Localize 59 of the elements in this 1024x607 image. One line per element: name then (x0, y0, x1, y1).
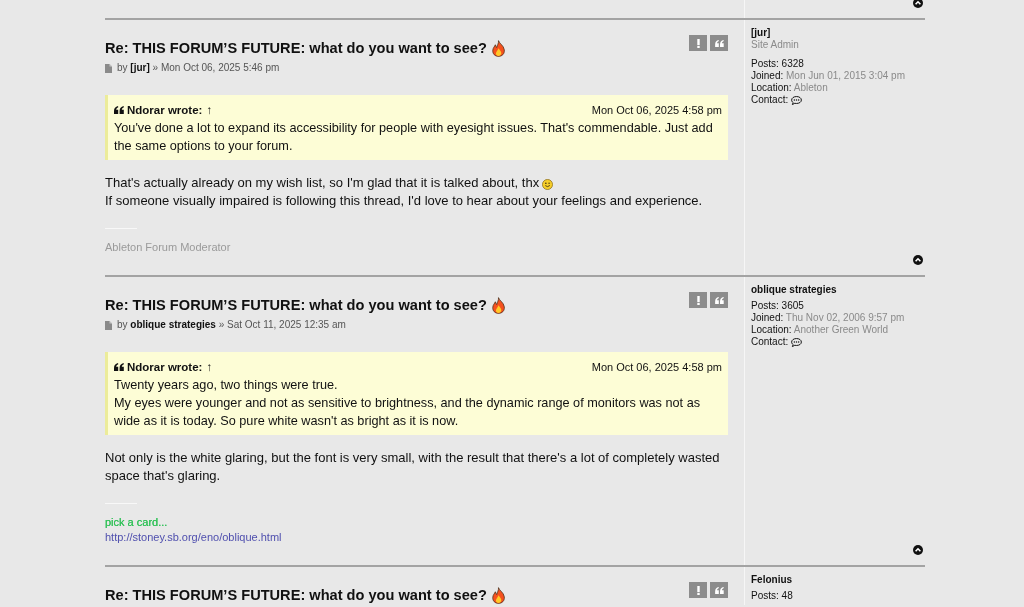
jump-link[interactable]: ↑ (206, 360, 213, 374)
fire-icon (490, 296, 506, 314)
quote-date: Mon Oct 06, 2025 4:58 pm (591, 103, 722, 117)
profile-name[interactable]: oblique strategies (751, 283, 837, 296)
post-text: That's actually already on my wish list, so I'm glad that it is talked about, thx (105, 174, 540, 192)
fire-icon (490, 39, 506, 57)
profile-detail: Posts: 6328 (751, 58, 804, 70)
post-title[interactable]: Re: THIS FORUM’S FUTURE: what do you want to see? (105, 585, 487, 605)
profile-detail: Location: Another Green World (751, 324, 889, 336)
speech-bubble-icon[interactable] (791, 95, 803, 105)
post-title[interactable]: Re: THIS FORUM’S FUTURE: what do you want to see? (105, 38, 487, 58)
post-text: Not only is the white glaring, but the font is very small, with the result that there's a lot of completely wasted space that's glaring. (105, 449, 721, 484)
profile-detail: Joined: Thu Nov 02, 2006 9:57 pm (751, 312, 905, 324)
profile-name[interactable]: [jur] (751, 26, 771, 39)
document-icon (105, 320, 112, 330)
quote-icon (114, 363, 124, 371)
author-link[interactable]: oblique strategies (130, 319, 216, 330)
quote-text: You've done a lot to expand its accessibility for people with eyesight issues. That's commendable. Just add the same options to your forum. (114, 120, 714, 155)
report-button[interactable] (689, 582, 707, 598)
post-byline: by [jur] » Mon Oct 06, 2025 5:46 pm (117, 61, 280, 75)
exclamation-icon (696, 38, 700, 48)
exclamation-icon (696, 585, 700, 595)
profile-detail: Joined: Mon Jun 01, 2015 3:04 pm (751, 70, 905, 82)
speech-bubble-icon[interactable] (791, 337, 803, 347)
profile-detail: Posts: 48 (751, 590, 793, 602)
post-title[interactable]: Re: THIS FORUM’S FUTURE: what do you want to see? (105, 295, 487, 315)
quote-date: Mon Oct 06, 2025 4:58 pm (591, 360, 722, 374)
quote-text: My eyes were younger and not as sensitive to brightness, and the dynamic range of monitors was not as wide as it is today. So pure white wasn't as bright as it is now. (114, 395, 702, 430)
quote-button[interactable] (710, 35, 728, 51)
author-link[interactable]: [jur] (130, 62, 150, 73)
quote-author: Ndorar wrote: (127, 103, 203, 117)
report-button[interactable] (689, 35, 707, 51)
quote-button[interactable] (710, 582, 728, 598)
chevron-up-icon[interactable] (913, 0, 923, 8)
signature-link[interactable]: http://stoney.sb.org/eno/oblique.html (105, 531, 282, 543)
chevron-up-icon[interactable] (913, 545, 923, 555)
contact-label: Contact: (751, 94, 789, 106)
report-button[interactable] (689, 292, 707, 308)
signature-text: Ableton Forum Moderator (105, 241, 231, 253)
exclamation-icon (696, 295, 700, 305)
post-byline: by oblique strategies » Sat Oct 11, 2025 12:35 am (117, 318, 346, 332)
quote-author: Ndorar wrote: (127, 360, 203, 374)
document-icon (105, 63, 112, 73)
quote-icon (714, 39, 724, 47)
profile-rank: Site Admin (751, 39, 799, 51)
quote-button[interactable] (710, 292, 728, 308)
quote-icon (114, 106, 124, 114)
signature-text: pick a card... (105, 516, 168, 528)
contact-label: Contact: (751, 336, 789, 348)
profile-detail: Location: Ableton (751, 82, 828, 94)
fire-icon (490, 586, 506, 604)
profile-detail: Posts: 3605 (751, 300, 804, 312)
quote-text: Twenty years ago, two things were true. (114, 377, 339, 394)
quote-icon (714, 586, 724, 594)
post-text: If someone visually impaired is following this thread, I'd love to hear about your feelings and experience. (105, 191, 703, 209)
profile-name[interactable]: Felonius (751, 573, 793, 586)
jump-link[interactable]: ↑ (206, 103, 213, 117)
quote-icon (714, 296, 724, 304)
chevron-up-icon[interactable] (913, 255, 923, 265)
